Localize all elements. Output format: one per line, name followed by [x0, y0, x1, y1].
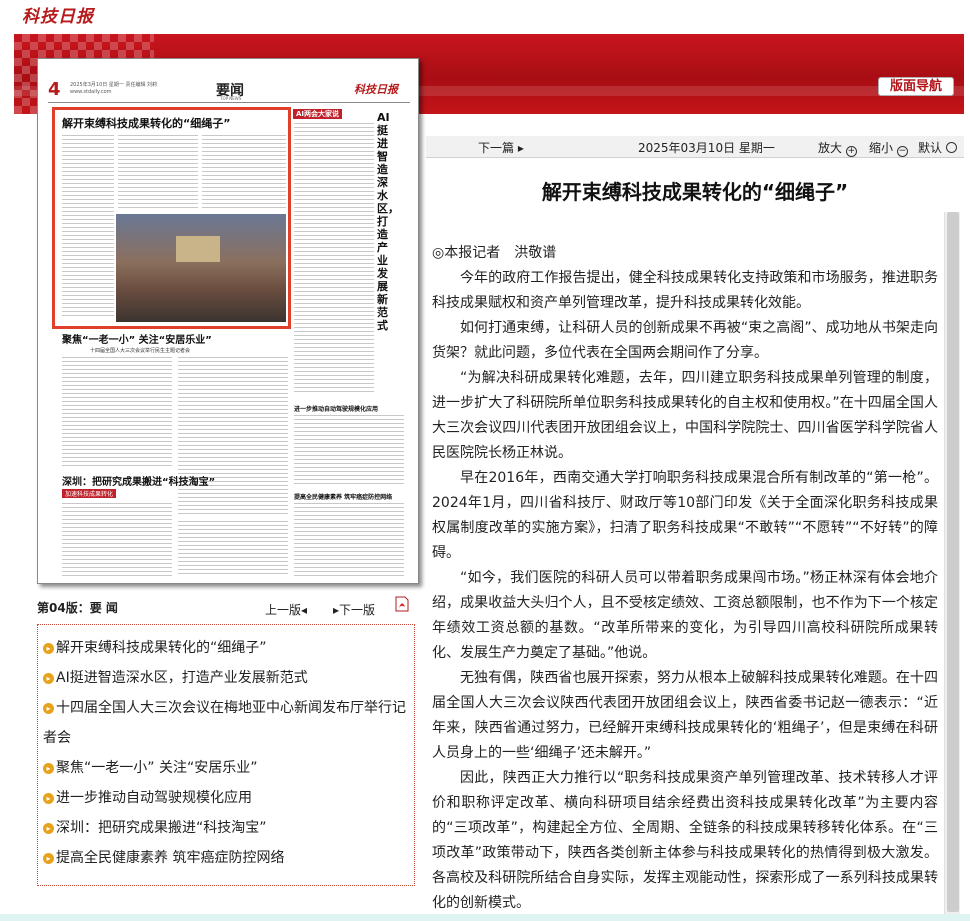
issue-date: 2025年03月10日 星期一 — [638, 141, 775, 155]
plus-circle-icon: + — [845, 146, 857, 157]
thumb-section-en: TOP NEWS — [220, 96, 242, 101]
bullet-arrow-icon: ▸ — [43, 763, 54, 774]
article-list-item[interactable]: ▸ 进一步推动自动驾驶规模化应用 — [43, 783, 410, 813]
thumb-tag: AI两会大家说 — [293, 109, 343, 119]
article-list-item-label: 十四届全国人大三次会议在梅地亚中心新闻发布厅举行记者会 — [43, 700, 406, 746]
bottom-strip — [0, 914, 970, 921]
thumb-headline-2[interactable]: 聚焦“一老一小” 关注“安居乐业” — [62, 331, 212, 346]
article-list-item-label: AI挺进智造深水区，打造产业发展新范式 — [56, 670, 308, 686]
article-list-item[interactable]: ▸ 十四届全国人大三次会议在梅地亚中心新闻发布厅举行记者会 — [43, 693, 410, 753]
article-paragraph: “为解决科研成果转化难题，去年，四川建立职务科技成果单列管理的制度，进一步扩大了… — [432, 370, 938, 461]
thumb-text-block — [294, 123, 374, 393]
thumb-vertical-headline[interactable]: AI挺进智造深水区，打造产业发展新范式 — [377, 111, 399, 332]
page-bar: 第04版：要 闻 上一版◂ ▸下一版 — [37, 596, 415, 618]
thumb-headline-3-banner: 加速科技成果转化 — [62, 489, 117, 498]
thumb-photo-screen — [176, 236, 220, 262]
thumb-text-block — [178, 357, 288, 517]
bullet-arrow-icon: ▸ — [43, 853, 54, 864]
thumb-meta: 2025年3月10日 星期一 责任编辑 刘莉 www.stdaily.com — [70, 82, 158, 95]
layout-nav-button[interactable]: 版面导航 — [878, 77, 954, 96]
article-list-item-label: 深圳：把研究成果搬进“科技淘宝” — [56, 820, 267, 836]
next-article-link[interactable]: 下一篇 ▸ — [478, 139, 524, 156]
article-list-item-label: 解开束缚科技成果转化的“细绳子” — [56, 640, 267, 656]
page-version-label: 第04版：要 闻 — [37, 601, 118, 615]
article-list: ▸ 解开束缚科技成果转化的“细绳子” ▸ AI挺进智造深水区，打造产业发展新范式 ▸ 十四… — [37, 624, 415, 886]
article-toolbar: 下一篇 ▸ 2025年03月10日 星期一 放大 + 缩小 − 默认 — [426, 136, 964, 158]
thumb-text-block — [294, 415, 404, 487]
article-list-item-label: 提高全民健康素养 筑牢癌症防控网络 — [56, 850, 285, 866]
article-list-item[interactable]: ▸ 解开束缚科技成果转化的“细绳子” — [43, 633, 410, 663]
thumb-headline-5[interactable]: 提高全民健康素养 筑牢癌症防控网络 — [294, 492, 392, 501]
article-scrollbar[interactable] — [944, 212, 960, 921]
minus-circle-icon: − — [896, 146, 908, 157]
radio-circle-icon — [945, 142, 957, 153]
zoom-out-label: 缩小 — [869, 141, 894, 155]
article-list-item[interactable]: ▸ 聚焦“一老一小” 关注“安居乐业” — [43, 753, 410, 783]
thumb-page-number: 4 — [48, 79, 61, 100]
zoom-default-label: 默认 — [918, 141, 943, 155]
prev-page-label: 上一版 — [265, 603, 302, 617]
thumb-press-photo — [116, 214, 286, 322]
article-paragraph: 无独有偶，陕西省也展开探索，努力从根本上破解科技成果转化难题。在十四届全国人大三… — [432, 670, 938, 761]
article-list-items: ▸ 解开束缚科技成果转化的“细绳子” ▸ AI挺进智造深水区，打造产业发展新范式 ▸ 十四… — [38, 625, 414, 873]
article-paragraph: 早在2016年，西南交通大学打响职务科技成果混合所有制改革的“第一枪”。2024… — [432, 470, 938, 561]
article-paragraph: “如今，我们医院的科研人员可以带着职务成果闯市场。”杨正林深有体会地介绍，成果收… — [432, 570, 938, 661]
thumb-text-block — [62, 357, 172, 467]
pdf-icon[interactable] — [395, 596, 409, 612]
bullet-arrow-icon: ▸ — [43, 643, 54, 654]
thumb-logo: 科技日报 — [354, 83, 398, 96]
prev-page-link[interactable]: 上一版◂ — [265, 601, 307, 618]
article-body: ◎本报记者 洪敬谱 今年的政府工作报告提出，健全科技成果转化支持政策和市场服务，… — [432, 241, 938, 921]
article-paragraph: 今年的政府工作报告提出，健全科技成果转化支持政策和市场服务，推进职务科技成果赋权… — [432, 270, 938, 311]
article-list-item-label: 进一步推动自动驾驶规模化应用 — [56, 790, 252, 806]
article-list-item[interactable]: ▸ 深圳：把研究成果搬进“科技淘宝” — [43, 813, 410, 843]
thumb-headline-main[interactable]: 解开束缚科技成果转化的“细绳子” — [62, 115, 230, 131]
article-title: 解开束缚科技成果转化的“细绳子” — [541, 180, 849, 204]
bullet-arrow-icon: ▸ — [43, 793, 54, 804]
article-paragraphs: 今年的政府工作报告提出，健全科技成果转化支持政策和市场服务，推进职务科技成果赋权… — [432, 266, 938, 916]
article-author: ◎本报记者 洪敬谱 — [432, 245, 557, 261]
bullet-arrow-icon: ▸ — [43, 703, 54, 714]
zoom-out-button[interactable]: 缩小 − — [869, 139, 908, 157]
article-list-item-label: 聚焦“一老一小” 关注“安居乐业” — [56, 760, 258, 776]
zoom-in-button[interactable]: 放大 + — [818, 139, 857, 157]
next-article-label: 下一篇 — [478, 141, 515, 155]
arrow-left-icon: ◂ — [301, 603, 308, 617]
zoom-in-label: 放大 — [818, 141, 843, 155]
arrow-right-icon: ▸ — [517, 141, 524, 155]
thumb-headline-4[interactable]: 进一步推动自动驾驶规模化应用 — [294, 404, 378, 413]
page-thumbnail[interactable]: 4 2025年3月10日 星期一 责任编辑 刘莉 www.stdaily.com… — [37, 58, 419, 584]
bullet-arrow-icon: ▸ — [43, 823, 54, 834]
right-column: 下一篇 ▸ 2025年03月10日 星期一 放大 + 缩小 − 默认 解开束缚科… — [426, 114, 964, 921]
scrollbar-thumb[interactable] — [947, 212, 959, 912]
article-paragraph: 因此，陕西正大力推行以“职务科技成果资产单列管理改革、技术转移人才评价和职称评定… — [432, 770, 938, 911]
thumb-text-block — [62, 135, 114, 317]
thumb-text-block — [118, 135, 198, 209]
thumb-text-block — [62, 503, 172, 577]
article-list-item[interactable]: ▸ AI挺进智造深水区，打造产业发展新范式 — [43, 663, 410, 693]
zoom-default-button[interactable]: 默认 — [918, 139, 957, 156]
thumb-headline-3[interactable]: 深圳：把研究成果搬进“科技淘宝” — [62, 473, 215, 488]
article-paragraph: 如何打通束缚，让科研人员的创新成果不再被“束之高阁”、成功地从书架走向货架？就此… — [432, 320, 938, 361]
thumb-text-block — [202, 135, 286, 209]
thumb-header: 4 2025年3月10日 星期一 责任编辑 刘莉 www.stdaily.com… — [48, 79, 410, 103]
top-bar: 科技日报 — [0, 0, 970, 34]
thumb-headline-2-sub: 十四届全国人大三次会议举行民生主题记者会 — [90, 348, 191, 354]
next-page-link[interactable]: ▸下一版 — [333, 601, 375, 618]
page-root: 科技日报 版面导航 4 2025年3月10日 星期一 责任编辑 刘莉 www.s… — [0, 0, 970, 921]
thumb-text-block — [178, 521, 288, 577]
bullet-arrow-icon: ▸ — [43, 673, 54, 684]
next-page-label: 下一版 — [339, 603, 376, 617]
site-logo[interactable]: 科技日报 — [22, 2, 94, 27]
thumb-text-block — [294, 503, 404, 577]
article-list-item[interactable]: ▸ 提高全民健康素养 筑牢癌症防控网络 — [43, 843, 410, 873]
